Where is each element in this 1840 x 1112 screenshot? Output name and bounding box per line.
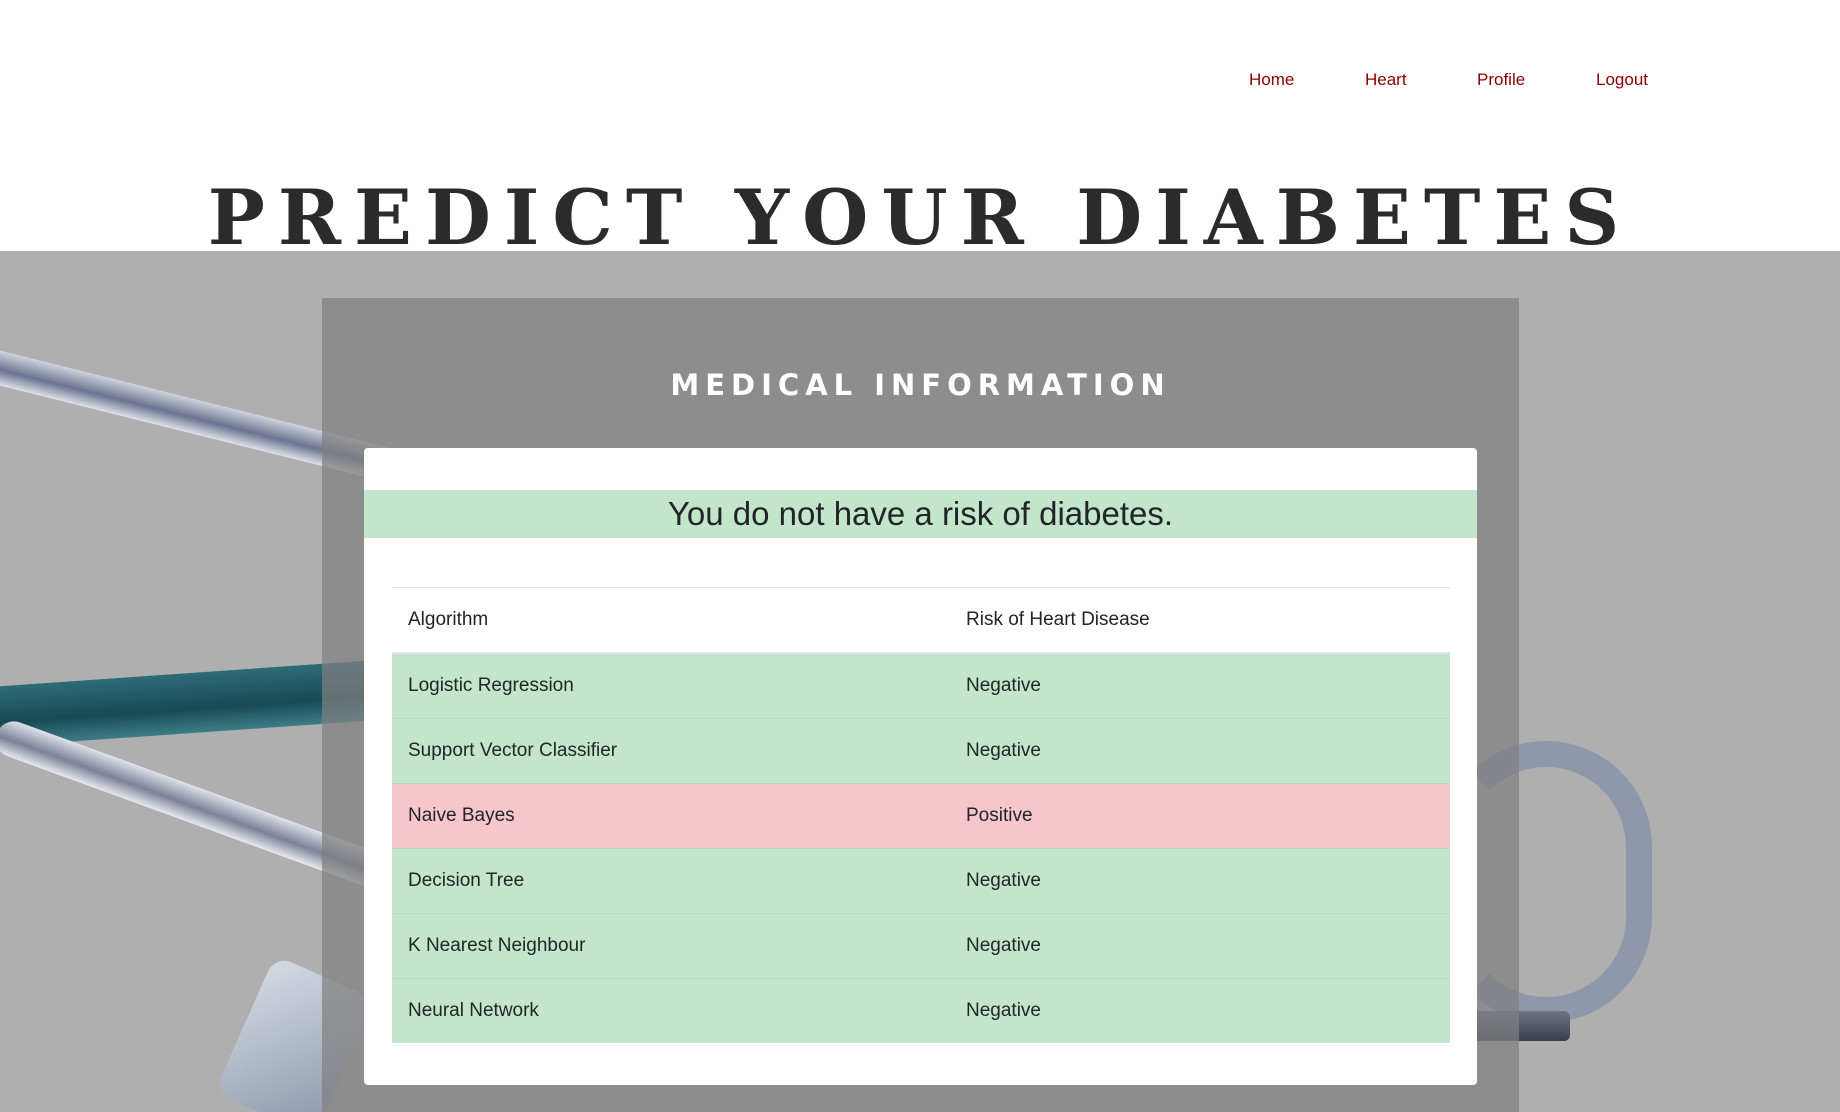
nav-heart-link[interactable]: Heart	[1365, 70, 1407, 90]
nav-logout-link[interactable]: Logout	[1596, 70, 1648, 90]
algorithm-cell: Neural Network	[408, 1000, 539, 1021]
header-algorithm: Algorithm	[408, 609, 489, 630]
table-row: K Nearest Neighbour Negative	[392, 913, 1450, 979]
header-risk: Risk of Heart Disease	[966, 609, 1150, 630]
result-card: You do not have a risk of diabetes. Algo…	[364, 448, 1477, 1085]
risk-cell: Negative	[966, 740, 1041, 761]
algorithm-cell: Support Vector Classifier	[408, 740, 618, 761]
nav-home-link[interactable]: Home	[1249, 70, 1294, 90]
risk-cell: Negative	[966, 675, 1041, 696]
table-row: Logistic Regression Negative	[392, 653, 1450, 719]
risk-cell: Negative	[966, 935, 1041, 956]
algorithm-cell: K Nearest Neighbour	[408, 935, 586, 956]
algorithm-results-table: Algorithm Risk of Heart Disease Logistic…	[392, 587, 1450, 1043]
algorithm-cell: Decision Tree	[408, 870, 525, 891]
table-row: Neural Network Negative	[392, 978, 1450, 1043]
result-alert: You do not have a risk of diabetes.	[364, 490, 1477, 538]
table-row: Support Vector Classifier Negative	[392, 718, 1450, 784]
table-row: Naive Bayes Positive	[392, 783, 1450, 849]
table-header-row: Algorithm Risk of Heart Disease	[392, 587, 1450, 653]
panel-title: MEDICAL INFORMATION	[670, 368, 1171, 402]
table-row: Decision Tree Negative	[392, 848, 1450, 914]
algorithm-cell: Logistic Regression	[408, 675, 574, 696]
risk-cell: Negative	[966, 870, 1041, 891]
algorithm-cell: Naive Bayes	[408, 805, 515, 826]
risk-cell: Negative	[966, 1000, 1041, 1021]
nav-profile-link[interactable]: Profile	[1477, 70, 1525, 90]
risk-cell: Positive	[966, 805, 1033, 826]
page-header: Home Heart Profile Logout PREDICT YOUR D…	[0, 0, 1840, 358]
